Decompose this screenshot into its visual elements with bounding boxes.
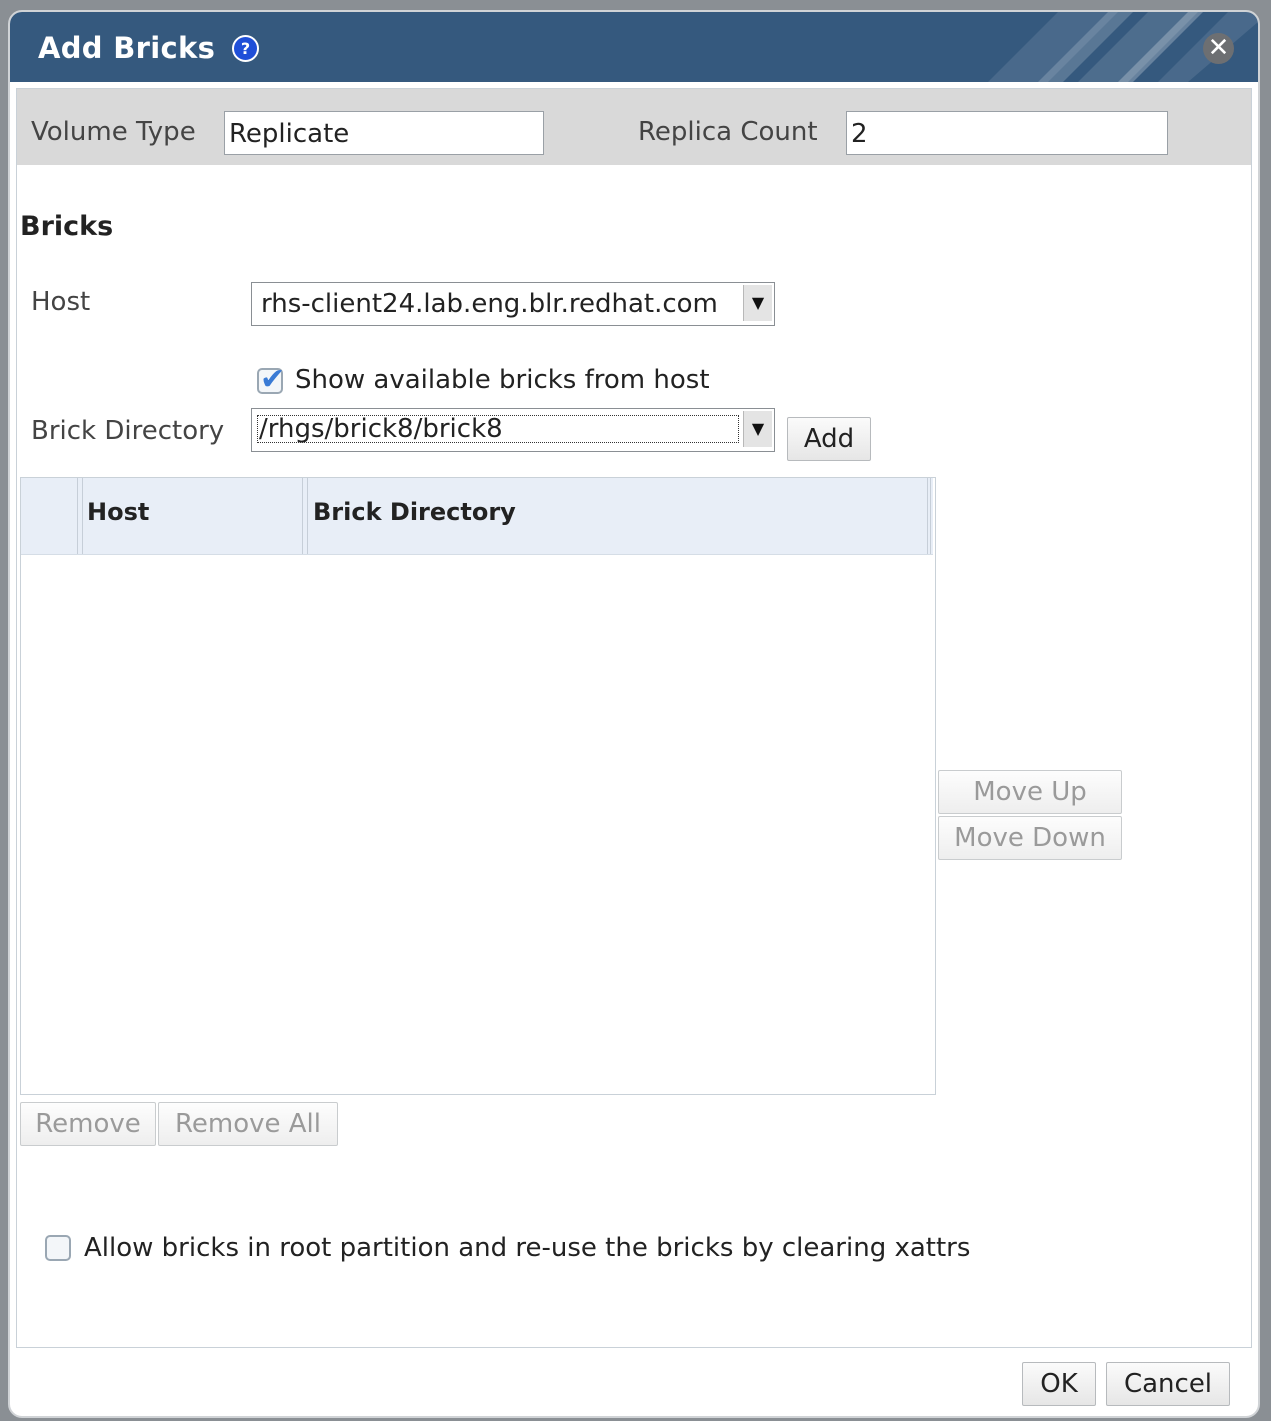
column-divider <box>302 478 308 554</box>
allow-root-partition-checkbox[interactable] <box>45 1235 71 1261</box>
bricks-table: Host Brick Directory <box>20 477 936 1095</box>
remove-all-button[interactable]: Remove All <box>158 1102 338 1146</box>
bricks-section-title: Bricks <box>20 211 114 242</box>
allow-root-partition-label[interactable]: Allow bricks in root partition and re-us… <box>84 1233 970 1263</box>
dialog-title: Add Bricks <box>38 31 216 65</box>
remove-button[interactable]: Remove <box>20 1102 156 1146</box>
column-header-host[interactable]: Host <box>87 498 149 526</box>
cancel-button[interactable]: Cancel <box>1106 1362 1230 1406</box>
column-divider <box>77 478 83 554</box>
chevron-down-icon[interactable]: ▼ <box>743 285 772 321</box>
show-available-label[interactable]: Show available bricks from host <box>295 365 710 395</box>
move-up-button[interactable]: Move Up <box>938 770 1122 814</box>
dialog-content: Volume Type Replicate Replica Count 2 Br… <box>16 88 1252 1348</box>
host-select[interactable]: rhs-client24.lab.eng.blr.redhat.com ▼ <box>251 282 775 326</box>
help-icon[interactable]: ? <box>232 35 259 62</box>
volume-type-label: Volume Type <box>31 117 196 147</box>
column-header-brick-directory[interactable]: Brick Directory <box>313 498 516 526</box>
dialog-titlebar: Add Bricks ? ✕ <box>10 12 1258 82</box>
show-available-checkbox[interactable]: ✔ <box>257 362 285 397</box>
replica-count-label: Replica Count <box>638 117 818 147</box>
volume-type-field[interactable]: Replicate <box>224 111 544 155</box>
add-brick-button[interactable]: Add <box>787 417 871 461</box>
host-select-value: rhs-client24.lab.eng.blr.redhat.com <box>261 289 718 319</box>
host-label: Host <box>31 287 91 317</box>
column-divider <box>927 478 931 554</box>
chevron-down-icon[interactable]: ▼ <box>743 411 772 447</box>
ok-button[interactable]: OK <box>1022 1362 1096 1406</box>
brick-directory-select[interactable]: /rhgs/brick8/brick8 ▼ <box>251 408 775 452</box>
brick-directory-label: Brick Directory <box>31 416 225 446</box>
add-bricks-dialog: Add Bricks ? ✕ Volume Type Replicate Rep… <box>8 10 1260 1418</box>
bricks-table-header: Host Brick Directory <box>21 478 933 555</box>
volume-settings-bar: Volume Type Replicate Replica Count 2 <box>17 89 1251 165</box>
move-down-button[interactable]: Move Down <box>938 816 1122 860</box>
brick-directory-value: /rhgs/brick8/brick8 <box>255 413 741 445</box>
checkmark-icon: ✔ <box>260 362 286 397</box>
replica-count-field[interactable]: 2 <box>846 111 1168 155</box>
close-icon[interactable]: ✕ <box>1203 33 1234 64</box>
